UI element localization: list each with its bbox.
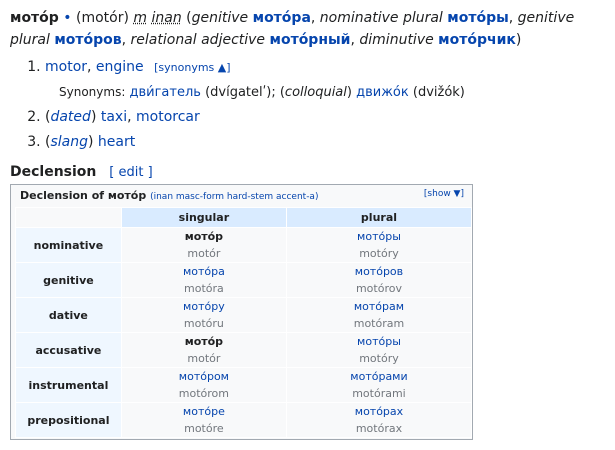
case-label: instrumental — [15, 367, 122, 403]
form-link[interactable]: мото́ра — [122, 263, 286, 280]
synonym-qualifier: colloquial — [284, 85, 347, 100]
form-link[interactable]: мото́ров — [287, 263, 471, 280]
form-link[interactable]: мото́ром — [122, 368, 286, 385]
declension-table-box: Declension of мото́р (inan masc-form har… — [10, 184, 473, 440]
dim-link[interactable]: мото́рчик — [438, 32, 516, 48]
declension-heading-text: Declension — [10, 164, 97, 180]
table-row: nominative мото́р motór мото́ры motóry — [15, 227, 473, 263]
form-translit: motóry — [359, 247, 399, 260]
sense-link-heart[interactable]: heart — [98, 134, 135, 150]
animacy-abbr[interactable]: inan — [151, 10, 181, 26]
form-link[interactable]: мото́рами — [287, 368, 471, 385]
nom-pl-form-link[interactable]: мото́ры — [447, 10, 508, 26]
plural-cell: мото́рам motóram — [285, 297, 473, 333]
gen-pl-form-link[interactable]: мото́ров — [54, 32, 121, 48]
table-row: prepositional мото́ре motóre мото́рах motóra… — [15, 402, 473, 438]
form-translit: motórami — [352, 387, 406, 400]
sense-link-engine[interactable]: engine — [96, 59, 144, 75]
case-label: nominative — [15, 227, 122, 263]
table-row: instrumental мото́ром motórom мото́рами motó… — [15, 367, 473, 403]
declension-table: singular plural nominative мото́р motór мот… — [15, 207, 473, 438]
form-link[interactable]: мото́ру — [122, 298, 286, 315]
form-translit: motóry — [359, 352, 399, 365]
edit-link[interactable]: [ edit ] — [109, 165, 152, 180]
case-label: dative — [15, 297, 122, 333]
form-translit: motóra — [184, 282, 224, 295]
table-row: genitive мото́ра motóra мото́ров motórov — [15, 262, 473, 298]
sense-2: (dated) taxi, motorcar — [45, 105, 465, 130]
form-translit: motóru — [183, 317, 224, 330]
sense-qualifier-slang[interactable]: slang — [50, 134, 88, 150]
plural-cell: мото́ры motóry — [285, 332, 473, 368]
rel-adj-link[interactable]: мото́рный — [270, 32, 351, 48]
nom-pl-label: nominative plural — [319, 10, 443, 26]
sense-3: (slang) heart — [45, 130, 465, 155]
bullet: • — [63, 10, 72, 26]
column-header-plural: plural — [285, 207, 473, 228]
declension-subtitle[interactable]: (inan masc-form hard-stem accent-a) — [150, 192, 318, 202]
form-translit: motóram — [353, 317, 405, 330]
sense-link-motor[interactable]: motor — [45, 59, 87, 75]
form-translit: motór — [187, 247, 221, 260]
plural-cell: мото́рах motórax — [285, 402, 473, 438]
headword-translit: (motór) — [76, 10, 129, 26]
form-link: мото́р — [184, 230, 224, 243]
dim-label: diminutive — [359, 32, 434, 48]
singular-cell: мото́ру motóru — [120, 297, 287, 333]
sense-qualifier-dated[interactable]: dated — [50, 109, 90, 125]
case-label: accusative — [15, 332, 122, 368]
synonyms-toggle[interactable]: [synonyms ▲] — [154, 61, 230, 74]
form-translit: motórov — [355, 282, 402, 295]
form-link[interactable]: мото́рах — [287, 403, 471, 420]
form-translit: motórax — [355, 422, 403, 435]
singular-cell: мото́р motór — [120, 227, 287, 263]
form-link[interactable]: мото́ре — [122, 403, 286, 420]
genitive-form-link[interactable]: мото́ра — [253, 10, 311, 26]
plural-cell: мото́ры motóry — [285, 227, 473, 263]
sense-link-motorcar[interactable]: motorcar — [136, 109, 200, 125]
form-translit: motóre — [184, 422, 224, 435]
synonym-1-translit: (dvígatelʹ) — [205, 85, 272, 100]
plural-cell: мото́рами motórami — [285, 367, 473, 403]
declension-heading: Declension [ edit ] — [10, 164, 153, 180]
synonym-2-translit: (dvižók) — [412, 85, 465, 100]
form-link[interactable]: мото́ры — [287, 333, 471, 350]
rel-adj-label: relational adjective — [130, 32, 266, 48]
singular-cell: мото́ре motóre — [120, 402, 287, 438]
case-label: prepositional — [15, 402, 122, 438]
form-link: мото́р — [184, 335, 224, 348]
synonyms-line: Synonyms: дви́гатель (dvígatelʹ); (collo… — [59, 85, 465, 100]
genitive-label: genitive — [191, 10, 249, 26]
declension-title-text: Declension of мото́р — [20, 189, 147, 202]
singular-cell: мото́ром motórom — [120, 367, 287, 403]
sense-link-taxi[interactable]: taxi — [101, 109, 127, 125]
form-translit: motórom — [178, 387, 229, 400]
synonym-link-1[interactable]: дви́гатель — [130, 85, 201, 100]
form-link[interactable]: мото́рам — [287, 298, 471, 315]
singular-cell: мото́р motór — [120, 332, 287, 368]
table-row: accusative мото́р motór мото́ры motóry — [15, 332, 473, 368]
column-header-singular: singular — [120, 207, 287, 228]
plural-cell: мото́ров motórov — [285, 262, 473, 298]
singular-cell: мото́ра motóra — [120, 262, 287, 298]
sense-1: motor, engine [synonyms ▲] Synonyms: дви… — [45, 55, 465, 105]
show-toggle[interactable]: [show ▼] — [424, 189, 464, 199]
senses-list: motor, engine [synonyms ▲] Synonyms: дви… — [10, 55, 465, 155]
synonyms-label: Synonyms: — [59, 85, 126, 99]
form-translit: motór — [187, 352, 221, 365]
form-link[interactable]: мото́ры — [287, 228, 471, 245]
table-row: dative мото́ру motóru мото́рам motóram — [15, 297, 473, 333]
declension-table-title: Declension of мото́р (inan masc-form har… — [20, 189, 318, 202]
corner-cell — [15, 207, 122, 228]
infl-close: ) — [515, 32, 522, 48]
synonym-link-2[interactable]: движо́к — [356, 85, 409, 100]
headword-line: мото́р • (motór) m inan (genitive мото́р… — [10, 10, 575, 48]
headword: мото́р — [10, 10, 59, 26]
gender-abbr[interactable]: m — [133, 10, 147, 26]
case-label: genitive — [15, 262, 122, 298]
